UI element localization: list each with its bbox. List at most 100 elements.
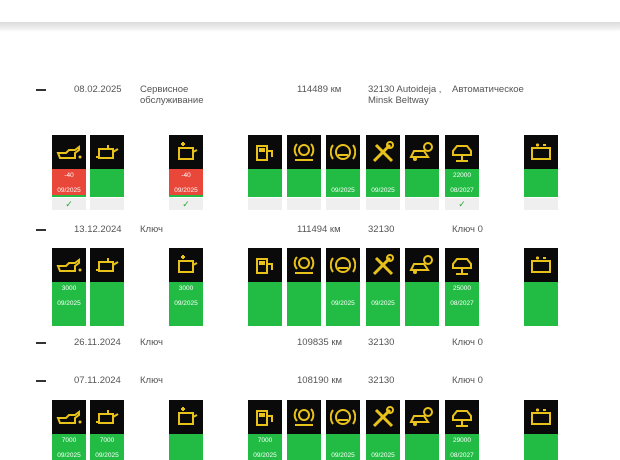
entry-mileage: 109835 км — [297, 337, 343, 348]
service-tile[interactable] — [248, 248, 282, 326]
service-tile[interactable] — [405, 400, 439, 460]
lift-icon — [445, 135, 479, 169]
empty-check-cell — [366, 198, 400, 210]
service-tile[interactable] — [90, 248, 124, 326]
tools-icon — [366, 400, 400, 434]
tools-icon — [366, 135, 400, 169]
top-bar — [0, 0, 620, 22]
empty-check-cell — [405, 198, 439, 210]
oil-can-icon — [52, 400, 86, 434]
battery-icon — [524, 135, 558, 169]
service-tile[interactable]: 09/2025 — [326, 400, 360, 460]
service-tile[interactable] — [248, 135, 282, 197]
service-tile[interactable] — [524, 248, 558, 326]
tile-date: 09/2025 — [331, 300, 355, 307]
service-tile[interactable]: 7000 09/2025 — [248, 400, 282, 460]
entry-date: 26.11.2024 — [74, 337, 121, 348]
service-entry[interactable]: 07.11.2024 Ключ 108190 км 32130 Ключ 0 — [0, 375, 620, 389]
tile-date: 09/2025 — [371, 452, 395, 459]
car-brake-icon — [405, 400, 439, 434]
brake-fluid-icon — [326, 135, 360, 169]
tile-date: 08/2027 — [450, 300, 474, 307]
entry-mode: Автоматическое — [452, 84, 524, 95]
tile-date: 09/2025 — [371, 187, 395, 194]
tools-icon — [366, 248, 400, 282]
service-tile[interactable]: 3000 09/2025 — [169, 248, 203, 326]
tile-value: 25000 — [452, 285, 472, 292]
tile-date: 09/2025 — [253, 452, 277, 459]
oil-can-icon — [52, 248, 86, 282]
brake-service-icon — [287, 248, 321, 282]
service-entry[interactable]: 08.02.2025 Сервисное обслуживание 114489… — [0, 84, 620, 106]
tile-date: 09/2025 — [331, 452, 355, 459]
entry-date: 08.02.2025 — [74, 84, 122, 95]
tile-date: 09/2025 — [95, 452, 119, 459]
service-tile[interactable] — [405, 248, 439, 326]
oil-level-icon — [90, 400, 124, 434]
service-entry[interactable]: 26.11.2024 Ключ 109835 км 32130 Ключ 0 — [0, 337, 620, 351]
fuel-filter-icon — [248, 400, 282, 434]
tile-date: 08/2027 — [450, 187, 474, 194]
oil-level-icon — [90, 248, 124, 282]
car-brake-icon — [405, 135, 439, 169]
entry-type: Ключ — [140, 337, 163, 348]
tile-value: -40 — [181, 172, 191, 179]
service-tile[interactable]: 3000 09/2025 — [52, 248, 86, 326]
entry-mode: Ключ 0 — [452, 337, 483, 348]
service-tile[interactable] — [287, 135, 321, 197]
top-divider — [0, 22, 620, 32]
checkmark-icon: ✓ — [445, 198, 479, 210]
entry-mode: Ключ 0 — [452, 375, 483, 386]
service-tile[interactable]: 09/2025 — [366, 248, 400, 326]
entry-dealer: 32130 — [368, 224, 395, 235]
empty-check-cell — [248, 198, 282, 210]
lift-icon — [445, 248, 479, 282]
service-tile[interactable]: 29000 08/2027 — [445, 400, 479, 460]
service-tile[interactable] — [524, 135, 558, 197]
collapse-icon[interactable] — [36, 229, 46, 231]
empty-check-cell — [287, 198, 321, 210]
collapse-icon[interactable] — [36, 380, 46, 382]
empty-check-cell — [326, 198, 360, 210]
empty-check-cell — [90, 198, 124, 210]
service-tile[interactable]: 09/2025 — [326, 248, 360, 326]
empty-check-cell — [524, 198, 558, 210]
entry-mileage: 111494 км — [297, 224, 341, 235]
service-tile[interactable]: -40 09/2025 — [52, 135, 86, 197]
service-tile[interactable]: -40 09/2025 — [169, 135, 203, 197]
entry-type: Ключ — [140, 224, 163, 235]
service-tile[interactable] — [169, 400, 203, 460]
service-tile[interactable]: 09/2025 — [326, 135, 360, 197]
tile-date: 08/2027 — [450, 452, 474, 459]
service-tile[interactable]: 7000 09/2025 — [90, 400, 124, 460]
service-tile[interactable]: 22000 08/2027 — [445, 135, 479, 197]
fuel-filter-icon — [248, 248, 282, 282]
tile-date: 09/2025 — [57, 300, 81, 307]
entry-mileage: 108190 км — [297, 375, 343, 386]
service-tile[interactable] — [90, 135, 124, 197]
service-entry[interactable]: 13.12.2024 Ключ 111494 км 32130 Ключ 0 — [0, 224, 620, 238]
oil-filter-icon — [169, 248, 203, 282]
service-tile[interactable]: 09/2025 — [366, 400, 400, 460]
collapse-icon[interactable] — [36, 342, 46, 344]
service-tile[interactable]: 09/2025 — [366, 135, 400, 197]
entry-dealer: 32130 — [368, 375, 395, 386]
tile-date: 09/2025 — [174, 300, 198, 307]
battery-icon — [524, 248, 558, 282]
brake-service-icon — [287, 400, 321, 434]
service-tile[interactable] — [287, 400, 321, 460]
entry-mileage: 114489 км — [297, 84, 342, 95]
oil-can-icon — [52, 135, 86, 169]
service-tile[interactable] — [524, 400, 558, 460]
oil-filter-icon — [169, 135, 203, 169]
service-tile[interactable] — [287, 248, 321, 326]
service-tile[interactable]: 25000 08/2027 — [445, 248, 479, 326]
tile-date: 09/2025 — [331, 187, 355, 194]
collapse-icon[interactable] — [36, 89, 46, 91]
tile-value: 7000 — [61, 437, 77, 444]
service-tile[interactable]: 7000 09/2025 — [52, 400, 86, 460]
car-brake-icon — [405, 248, 439, 282]
brake-service-icon — [287, 135, 321, 169]
brake-fluid-icon — [326, 400, 360, 434]
service-tile[interactable] — [405, 135, 439, 197]
